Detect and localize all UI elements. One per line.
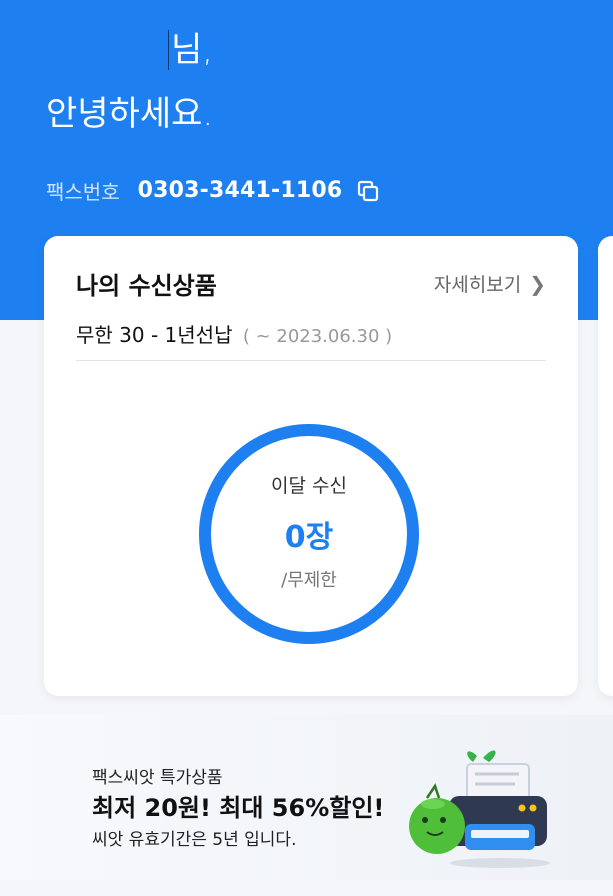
gauge-label: 이달 수신 bbox=[271, 474, 347, 497]
plan-info: 무한 30 - 1년선납 ( ~ 2023.06.30 ) bbox=[76, 319, 392, 348]
greeting-name-line: 님, bbox=[168, 30, 213, 70]
gauge-limit: /무제한 bbox=[281, 569, 337, 591]
details-link-label: 자세히보기 bbox=[433, 274, 522, 296]
promo-banner[interactable]: 팩스씨앗 특가상품 최저 20원! 최대 56%할인! 씨앗 유효기간은 5년 … bbox=[0, 715, 613, 880]
promo-headline: 최저 20원! 최대 56%할인! bbox=[92, 794, 385, 822]
plan-period: ( ~ 2023.06.30 ) bbox=[242, 326, 393, 347]
fax-number-label: 팩스번호 bbox=[46, 180, 120, 204]
promo-subtitle: 팩스씨앗 특가상품 bbox=[92, 768, 223, 788]
gauge-value: 0장 bbox=[284, 519, 334, 555]
chevron-right-icon: ❯ bbox=[529, 271, 546, 296]
fax-number-row: 팩스번호 0303-3441-1106 bbox=[46, 176, 380, 205]
copy-icon[interactable] bbox=[356, 179, 380, 203]
card-title: 나의 수신상품 bbox=[76, 272, 217, 300]
subscription-card: 나의 수신상품 자세히보기 ❯ 무한 30 - 1년선납 ( ~ 2023.06… bbox=[44, 236, 578, 696]
fax-machine-illustration bbox=[409, 750, 550, 868]
fax-number-value: 0303-3441-1106 bbox=[137, 178, 343, 203]
divider bbox=[76, 360, 546, 361]
details-link[interactable]: 자세히보기 ❯ bbox=[434, 270, 546, 297]
gauge-text: 이달 수신 0장 /무제한 bbox=[194, 419, 424, 649]
greeting-hello-line: 안녕하세요. bbox=[46, 94, 214, 134]
plan-name: 무한 30 - 1년선납 bbox=[76, 323, 233, 347]
promo-note: 씨앗 유효기간은 5년 입니다. bbox=[92, 830, 297, 850]
next-card-peek[interactable] bbox=[598, 236, 613, 696]
